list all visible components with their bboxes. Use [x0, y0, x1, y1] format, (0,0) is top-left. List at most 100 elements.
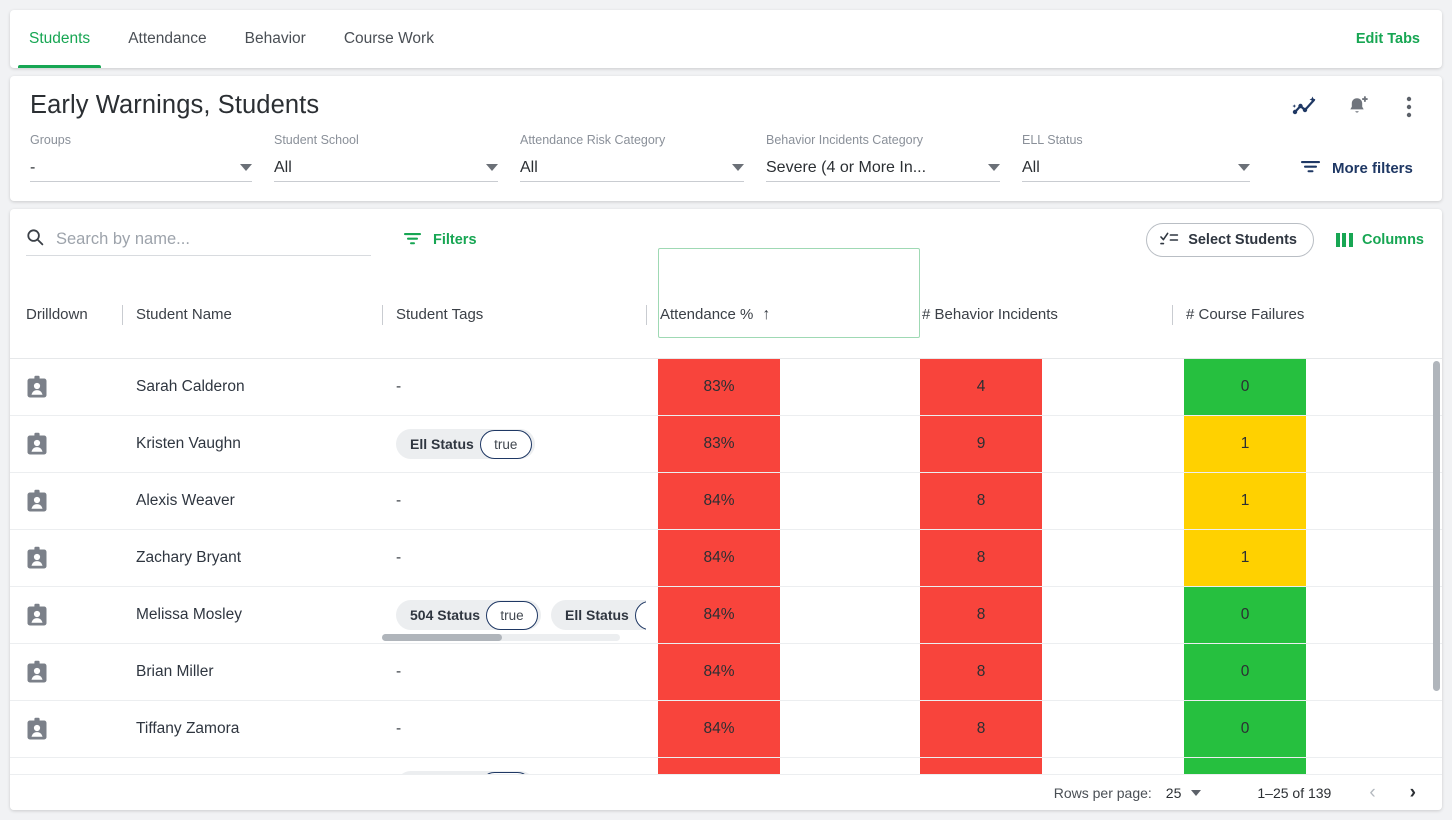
next-page-button[interactable]: › — [1410, 783, 1416, 802]
filters-button[interactable]: Filters — [403, 231, 477, 250]
column-header-drilldown[interactable]: Drilldown — [10, 271, 122, 358]
column-header-attendance[interactable]: Attendance %↑ — [646, 271, 910, 358]
rows-per-page-value: 25 — [1166, 785, 1182, 801]
filter-attendance-risk-category[interactable]: Attendance Risk CategoryAll — [520, 132, 744, 182]
empty-value: - — [396, 720, 401, 738]
page-title: Early Warnings, Students — [30, 90, 319, 120]
student-badge-icon[interactable] — [26, 489, 48, 513]
table-row[interactable]: Tiffany Zamora-84%80 — [10, 701, 1442, 758]
student-badge-icon[interactable] — [26, 375, 48, 399]
table-row[interactable]: Zachary Bryant-84%81 — [10, 530, 1442, 587]
table-row[interactable]: Kristen VaughnEll Statustrue83%91 — [10, 416, 1442, 473]
column-header-student-tags[interactable]: Student Tags — [382, 271, 646, 358]
column-header-inner: Drilldown — [26, 306, 88, 323]
search-input[interactable] — [54, 229, 371, 250]
filter-ell-status[interactable]: ELL StatusAll — [1022, 132, 1250, 182]
column-header-inner: Attendance %↑ — [660, 306, 770, 323]
filter-select[interactable]: All — [520, 154, 744, 182]
tags-horizontal-scrollbar[interactable] — [382, 634, 620, 641]
empty-value: - — [396, 663, 401, 681]
student-name-cell: Zachary Bryant — [122, 530, 382, 586]
behavior-incidents-cell: 9 — [910, 416, 1172, 472]
behavior-incidents-cell: 8 — [910, 473, 1172, 529]
filter-value: All — [520, 159, 538, 177]
course-failures-value: 0 — [1184, 587, 1306, 643]
table-row[interactable]: Alexis Weaver-84%81 — [10, 473, 1442, 530]
attendance-percent-cell: 84% — [646, 644, 910, 700]
attendance-percent-cell: 84% — [646, 473, 910, 529]
more-vertical-icon[interactable] — [1396, 94, 1422, 120]
table-row[interactable]: Melissa Mosley504 StatustrueEll Statustr… — [10, 587, 1442, 644]
column-header-label: # Behavior Incidents — [922, 306, 1058, 323]
chevron-down-icon — [486, 164, 498, 171]
columns-button[interactable]: Columns — [1336, 232, 1424, 248]
table-row[interactable]: Sarah Calderon-83%40 — [10, 359, 1442, 416]
search-box[interactable] — [26, 224, 371, 256]
column-header-label: Drilldown — [26, 306, 88, 323]
course-failures-value: 1 — [1184, 473, 1306, 529]
tab-label: Attendance — [128, 30, 206, 48]
course-failures-cell: 0 — [1172, 644, 1436, 700]
column-header-label: Student Tags — [396, 306, 483, 323]
sort-ascending-icon[interactable]: ↑ — [762, 307, 770, 323]
attendance-percent-value: 84% — [658, 530, 780, 586]
behavior-incidents-cell: 8 — [910, 701, 1172, 757]
bell-add-icon[interactable] — [1344, 94, 1370, 120]
chevron-down-icon — [1238, 164, 1250, 171]
tab-attendance[interactable]: Attendance — [109, 10, 225, 68]
filter-student-school[interactable]: Student SchoolAll — [274, 132, 498, 182]
filter-select[interactable]: All — [1022, 154, 1250, 182]
rows-per-page-select[interactable]: 25 — [1166, 785, 1202, 801]
course-failures-cell: 0 — [1172, 359, 1436, 415]
drilldown-cell[interactable] — [10, 416, 122, 472]
pagination-range: 1–25 of 139 — [1257, 785, 1331, 801]
table-row[interactable]: Brian Miller-84%80 — [10, 644, 1442, 701]
filter-label: Groups — [30, 132, 252, 148]
filter-value: All — [274, 159, 292, 177]
filter-select[interactable]: - — [30, 154, 252, 182]
empty-value: - — [396, 492, 401, 510]
drilldown-cell[interactable] — [10, 644, 122, 700]
insights-sparkle-icon[interactable] — [1292, 94, 1318, 120]
student-badge-icon[interactable] — [26, 660, 48, 684]
drilldown-cell[interactable] — [10, 530, 122, 586]
drilldown-cell[interactable] — [10, 701, 122, 757]
column-header-student-name[interactable]: Student Name — [122, 271, 382, 358]
course-failures-cell: 1 — [1172, 530, 1436, 586]
filter-behavior-incidents-category[interactable]: Behavior Incidents CategorySevere (4 or … — [766, 132, 1000, 182]
column-header-behavior-incidents[interactable]: # Behavior Incidents — [910, 271, 1172, 358]
edit-tabs-button[interactable]: Edit Tabs — [1356, 10, 1424, 68]
tab-course-work[interactable]: Course Work — [325, 10, 453, 68]
column-header-course-failures[interactable]: # Course Failures — [1172, 271, 1436, 358]
more-filters-button[interactable]: More filters — [1300, 159, 1413, 182]
attendance-percent-cell: 84% — [646, 701, 910, 757]
chevron-down-icon — [1191, 790, 1201, 796]
course-failures-value: 0 — [1184, 701, 1306, 757]
student-badge-icon[interactable] — [26, 546, 48, 570]
chevron-down-icon — [240, 164, 252, 171]
student-badge-icon[interactable] — [26, 432, 48, 456]
filters-button-label: Filters — [433, 232, 477, 248]
tab-behavior[interactable]: Behavior — [226, 10, 325, 68]
course-failures-value: 1 — [1184, 416, 1306, 472]
course-failures-value: 1 — [1184, 530, 1306, 586]
filter-select[interactable]: Severe (4 or More In... — [766, 154, 1000, 182]
drilldown-cell[interactable] — [10, 587, 122, 643]
filter-funnel-icon — [1300, 159, 1321, 178]
select-students-button[interactable]: Select Students — [1146, 223, 1314, 257]
tab-students[interactable]: Students — [10, 10, 109, 68]
student-badge-icon[interactable] — [26, 603, 48, 627]
behavior-incidents-value: 8 — [920, 473, 1042, 529]
student-tag-value: true — [635, 601, 646, 630]
filter-groups[interactable]: Groups - — [30, 132, 252, 182]
drilldown-cell[interactable] — [10, 359, 122, 415]
filter-value: - — [30, 159, 35, 177]
previous-page-button[interactable]: ‹ — [1369, 783, 1375, 802]
empty-value: - — [396, 549, 401, 567]
drilldown-cell[interactable] — [10, 473, 122, 529]
student-badge-icon[interactable] — [26, 717, 48, 741]
table-vertical-scrollbar[interactable] — [1433, 361, 1440, 791]
course-failures-value: 0 — [1184, 359, 1306, 415]
app-root: Students Attendance BehaviorCourse Work Ed… — [0, 0, 1452, 820]
filter-select[interactable]: All — [274, 154, 498, 182]
